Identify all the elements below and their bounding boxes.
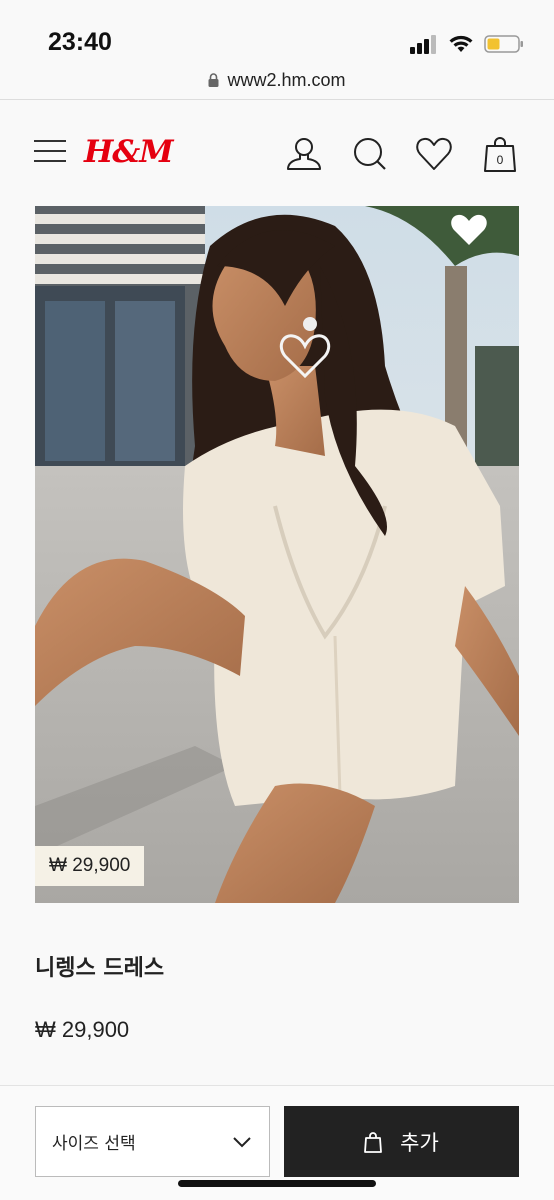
signal-icon (410, 35, 436, 54)
product-image[interactable]: ₩ 29,900 (35, 206, 519, 903)
site-header: H&M 0 (0, 100, 554, 206)
chevron-down-icon (233, 1136, 251, 1147)
shopping-bag-icon[interactable]: 0 (480, 134, 520, 174)
size-select-dropdown[interactable]: 사이즈 선택 (35, 1106, 270, 1177)
bag-count: 0 (497, 153, 504, 167)
image-price-tag: ₩ 29,900 (35, 846, 145, 886)
search-icon[interactable] (350, 134, 390, 174)
battery-icon (484, 35, 523, 53)
status-icons (410, 32, 524, 56)
bag-icon (364, 1131, 383, 1153)
account-icon[interactable] (284, 134, 324, 174)
url-text: www2.hm.com (227, 69, 346, 90)
status-time: 23:40 (48, 28, 112, 56)
product-price: ₩ 29,900 (35, 1017, 130, 1042)
product-photo (35, 206, 519, 903)
status-bar: 23:40 (0, 0, 554, 62)
product-name: 니렝스 드레스 (35, 956, 165, 981)
add-to-bag-button[interactable]: 추가 (284, 1106, 519, 1177)
lock-icon (208, 73, 219, 87)
wifi-icon (449, 35, 473, 52)
add-button-label: 추가 (400, 1130, 439, 1155)
wishlist-heart-icon[interactable] (449, 212, 489, 248)
favorites-heart-icon[interactable] (414, 134, 454, 174)
hm-logo[interactable]: H&M (84, 134, 174, 170)
address-bar[interactable]: www2.hm.com (0, 62, 554, 98)
size-select-label: 사이즈 선택 (52, 1134, 136, 1154)
home-indicator (178, 1180, 376, 1187)
menu-icon[interactable] (34, 140, 66, 164)
